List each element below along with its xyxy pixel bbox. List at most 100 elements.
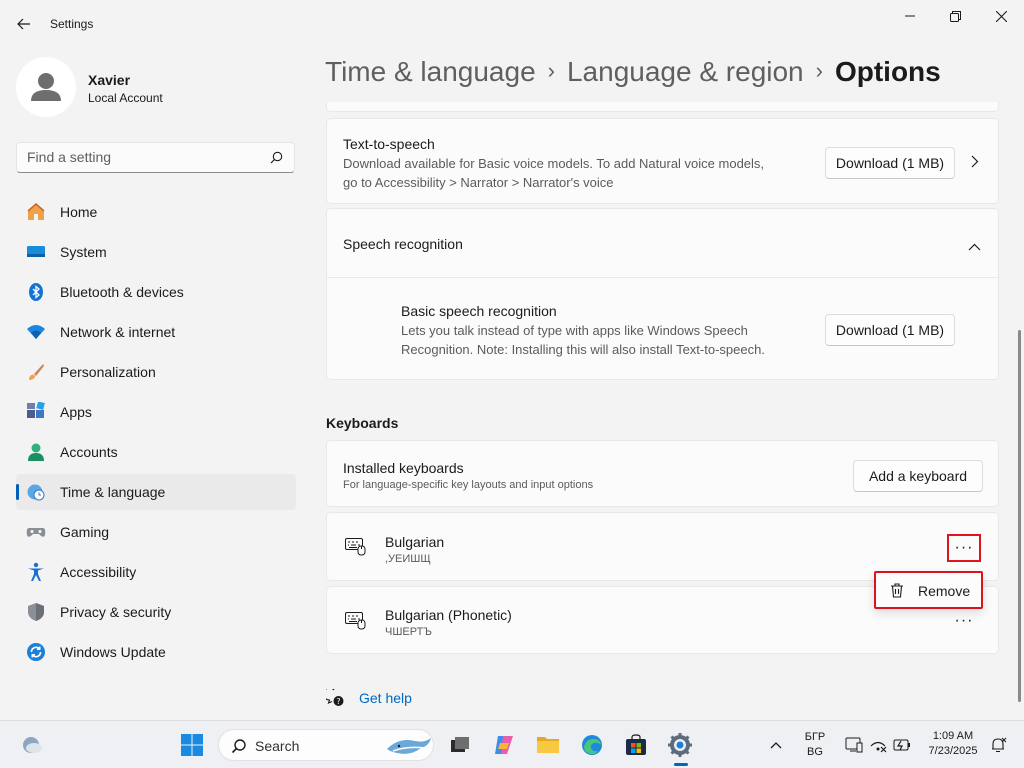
show-hidden-icons-chevron-icon[interactable] xyxy=(762,731,790,759)
start-button[interactable] xyxy=(178,731,206,759)
taskbar: Search БГР BG 1:09 AM 7/23/2025 xyxy=(0,720,1024,768)
tts-description-line1: Download available for Basic voice model… xyxy=(343,156,765,171)
help-chat-icon: ? xyxy=(323,687,344,710)
minimize-button[interactable] xyxy=(887,4,933,28)
breadcrumb-time-language[interactable]: Time & language xyxy=(325,56,536,87)
microsoft-store-icon[interactable] xyxy=(622,731,650,759)
wifi-icon xyxy=(26,322,46,342)
edge-browser-icon[interactable] xyxy=(578,731,606,759)
search-icon xyxy=(270,151,284,165)
home-icon xyxy=(26,202,46,222)
close-button[interactable] xyxy=(978,4,1024,28)
keyboard-name: Bulgarian xyxy=(385,534,445,550)
sidebar-nav: Home System Bluetooth & devices Network … xyxy=(16,194,296,674)
sidebar-item-home[interactable]: Home xyxy=(16,194,296,230)
title-bar: Settings xyxy=(0,0,1024,48)
keyboards-section-title: Keyboards xyxy=(326,415,399,431)
user-profile[interactable]: Xavier Local Account xyxy=(16,57,296,117)
accounts-icon xyxy=(26,442,46,462)
window-title: Settings xyxy=(50,17,94,31)
breadcrumb: Time & language › Language & region › Option… xyxy=(325,56,941,88)
input-language-indicator[interactable]: БГР BG xyxy=(800,731,830,758)
user-avatar-icon xyxy=(31,73,61,101)
installed-keyboards-card: Installed keyboards For language-specifi… xyxy=(326,440,999,507)
sidebar-item-gaming[interactable]: Gaming xyxy=(16,514,296,550)
trash-icon xyxy=(890,583,904,601)
file-explorer-icon[interactable] xyxy=(534,731,562,759)
keyboard-icon xyxy=(345,538,367,559)
svg-text:?: ? xyxy=(336,697,340,706)
keyboard-name: Bulgarian (Phonetic) xyxy=(385,607,512,623)
settings-search-box[interactable] xyxy=(16,142,295,173)
breadcrumb-language-region[interactable]: Language & region xyxy=(567,56,804,87)
text-to-speech-card[interactable]: Text-to-speech Download available for Ba… xyxy=(326,118,999,204)
scrolled-card-edge xyxy=(326,102,999,112)
taskbar-search[interactable]: Search xyxy=(218,729,434,761)
accessibility-icon xyxy=(26,562,46,582)
speech-download-button[interactable]: Download (1 MB) xyxy=(825,314,955,346)
sidebar-item-bluetooth[interactable]: Bluetooth & devices xyxy=(16,274,296,310)
task-view-icon[interactable] xyxy=(446,731,474,759)
active-app-indicator xyxy=(674,763,688,766)
notifications-icon[interactable] xyxy=(984,731,1012,759)
profile-account-type: Local Account xyxy=(88,91,163,105)
scrollbar[interactable] xyxy=(1018,330,1021,702)
profile-name: Xavier xyxy=(88,72,131,88)
restore-icon xyxy=(949,10,961,22)
minimize-icon xyxy=(905,15,915,17)
sidebar-item-system[interactable]: System xyxy=(16,234,296,270)
sidebar-item-personalization[interactable]: Personalization xyxy=(16,354,296,390)
back-button[interactable] xyxy=(12,12,36,36)
keyboard-icon xyxy=(345,612,367,633)
time-language-icon xyxy=(26,482,46,502)
sidebar-item-privacy[interactable]: Privacy & security xyxy=(16,594,296,630)
close-icon xyxy=(995,10,1007,22)
basic-speech-description-line2: Recognition. Note: Installing this will … xyxy=(401,342,765,357)
sidebar-item-accounts[interactable]: Accounts xyxy=(16,434,296,470)
clock[interactable]: 1:09 AM 7/23/2025 xyxy=(918,730,988,757)
installed-keyboards-title: Installed keyboards xyxy=(343,460,464,476)
basic-speech-description-line1: Lets you talk instead of type with apps … xyxy=(401,323,748,338)
breadcrumb-separator: › xyxy=(815,58,823,83)
avatar xyxy=(16,57,76,117)
remove-label: Remove xyxy=(918,583,971,599)
search-input[interactable] xyxy=(27,149,257,165)
installed-keyboards-description: For language-specific key layouts and in… xyxy=(343,479,594,491)
more-icon: ··· xyxy=(954,539,974,556)
sidebar-item-accessibility[interactable]: Accessibility xyxy=(16,554,296,590)
copilot-icon[interactable] xyxy=(490,731,518,759)
brush-icon xyxy=(26,362,46,382)
chevron-right-icon[interactable] xyxy=(971,155,979,171)
more-icon: ··· xyxy=(954,612,974,629)
basic-speech-title: Basic speech recognition xyxy=(401,303,557,319)
sidebar-item-network[interactable]: Network & internet xyxy=(16,314,296,350)
weather-widget-icon[interactable] xyxy=(18,731,46,759)
tts-download-button[interactable]: Download (1 MB) xyxy=(825,147,955,179)
tts-description-line2: go to Accessibility > Narrator > Narrato… xyxy=(343,175,614,190)
shield-icon xyxy=(26,602,46,622)
more-options-button[interactable]: ··· xyxy=(949,609,979,633)
more-options-button[interactable]: ··· xyxy=(947,534,981,562)
update-icon xyxy=(26,642,46,662)
breadcrumb-separator: › xyxy=(547,58,555,83)
keyboard-sample: ,УЕИШЩ xyxy=(385,553,431,565)
sidebar-item-apps[interactable]: Apps xyxy=(16,394,296,430)
back-arrow-icon xyxy=(17,18,30,30)
tts-title: Text-to-speech xyxy=(343,136,435,152)
divider xyxy=(327,277,998,278)
page-title: Options xyxy=(834,56,941,87)
add-keyboard-button[interactable]: Add a keyboard xyxy=(853,460,983,492)
system-icon xyxy=(26,242,46,262)
sidebar-item-time-language[interactable]: Time & language xyxy=(16,474,296,510)
keyboard-sample: ЧШЕРТЪ xyxy=(385,626,433,638)
speech-recognition-card: Speech recognition Basic speech recognit… xyxy=(326,208,999,380)
chevron-up-icon[interactable] xyxy=(968,238,981,254)
restore-button[interactable] xyxy=(932,4,978,28)
windows-logo-icon xyxy=(181,734,203,756)
remove-menu-item[interactable]: Remove xyxy=(874,571,983,609)
speech-recognition-title: Speech recognition xyxy=(343,236,463,252)
settings-gear-icon[interactable] xyxy=(666,731,694,759)
battery-icon[interactable] xyxy=(888,731,916,759)
sidebar-item-windows-update[interactable]: Windows Update xyxy=(16,634,296,670)
bluetooth-icon xyxy=(26,282,46,302)
